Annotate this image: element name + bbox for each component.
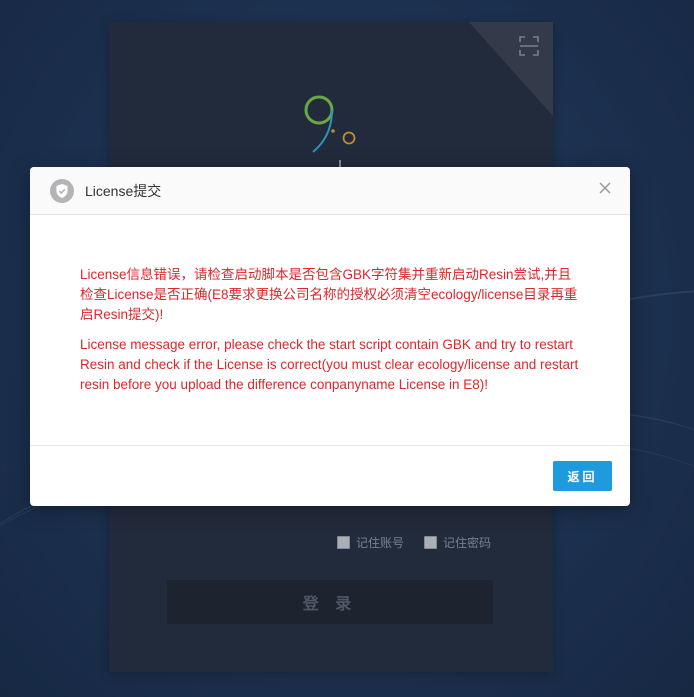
- shield-check-icon: [50, 178, 74, 203]
- dialog-body: License信息错误，请检查启动脚本是否包含GBK字符集并重新启动Resin尝…: [30, 215, 630, 446]
- dialog-footer: 返回: [30, 446, 630, 506]
- close-icon[interactable]: [598, 181, 612, 195]
- return-button[interactable]: 返回: [553, 461, 612, 491]
- dialog-header: License提交: [30, 167, 630, 215]
- error-message-cn: License信息错误，请检查启动脚本是否包含GBK字符集并重新启动Resin尝…: [80, 267, 578, 322]
- license-dialog: License提交 License信息错误，请检查启动脚本是否包含GBK字符集并…: [30, 167, 630, 506]
- dialog-title: License提交: [85, 182, 162, 199]
- error-message-en: License message error, please check the …: [80, 337, 579, 392]
